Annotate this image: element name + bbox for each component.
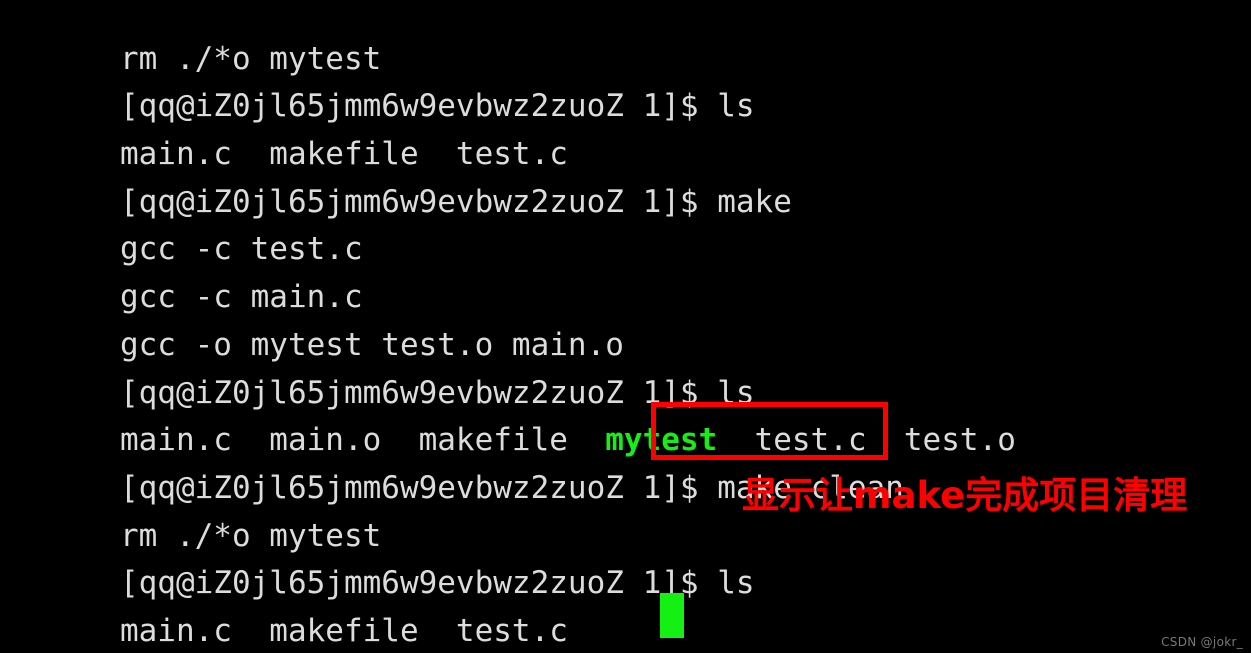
terminal-cursor [660, 593, 684, 638]
terminal-text: main.c main.o makefile [119, 422, 606, 459]
terminal-text: test.c test.o [717, 422, 1016, 459]
terminal-line: rm ./*o mytest [8, 0, 1251, 77]
terminal-text: rm ./*o mytest [119, 40, 382, 77]
terminal-text: main.c makefile test.c [119, 612, 568, 649]
terminal-text: main.c makefile test.c [119, 136, 568, 173]
terminal-screen[interactable]: rm ./*o mytest [qq@iZ0jl65jmm6w9evbwz2zu… [0, 0, 1251, 653]
terminal-text: [qq@iZ0jl65jmm6w9evbwz2zuoZ 1]$ ls [119, 374, 755, 411]
annotation-note: 显示让make完成项目清理 [742, 474, 1188, 517]
terminal-text: gcc -c main.c [119, 279, 363, 316]
terminal-text: [qq@iZ0jl65jmm6w9evbwz2zuoZ 1]$ make [119, 183, 792, 220]
csdn-watermark: CSDN @jokr_ [1161, 635, 1243, 649]
terminal-output-area[interactable]: rm ./*o mytest [qq@iZ0jl65jmm6w9evbwz2zu… [8, 0, 1251, 653]
terminal-text: [qq@iZ0jl65jmm6w9evbwz2zuoZ 1]$ ls [119, 88, 755, 125]
terminal-text: gcc -c test.c [119, 231, 363, 268]
terminal-text: rm ./*o mytest [119, 517, 382, 554]
terminal-text: gcc -o mytest test.o main.o [119, 326, 624, 363]
executable-file-name: mytest [605, 422, 718, 459]
